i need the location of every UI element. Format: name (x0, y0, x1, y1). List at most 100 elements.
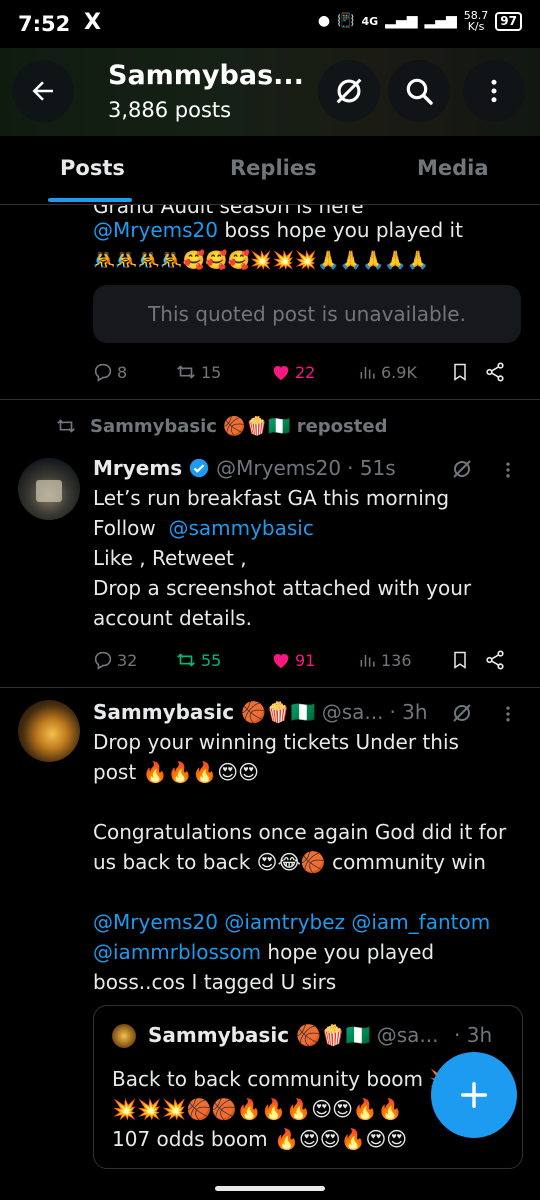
mention-link[interactable]: @iammrblossom (93, 940, 261, 964)
avatar-image-detail (36, 480, 62, 502)
status-time: 7:52 (18, 12, 71, 36)
post-1-text-rest: boss hope you played it (217, 218, 463, 242)
post-1-actions: 8 15 22 6.9K (92, 357, 512, 387)
quote-time: · 3h (454, 1023, 493, 1047)
post-3-last-line: boss..cos I tagged U sirs (93, 970, 337, 994)
post-2-line5: account details. (93, 606, 253, 630)
status-right: ● 📳 4G ▂▄▆ ▂▄▆ 58.7 K/s 97 (318, 10, 522, 32)
search-icon (406, 78, 433, 105)
repost-label[interactable]: Sammybasic 🏀🍿🇳🇬 reposted (90, 416, 387, 437)
tab-indicator (48, 198, 132, 202)
quote-line3: 107 odds boom 🔥😍😍🔥😍😍 (112, 1127, 408, 1151)
feed[interactable]: Grand Audit season is here @Mryems20 bos… (0, 205, 540, 1200)
post-time: · 3h (389, 700, 428, 724)
post-2-body: Let’s run breakfast GA this morning Foll… (93, 483, 523, 633)
view-count: 136 (381, 650, 412, 670)
reply-icon (94, 651, 112, 670)
post-2-line3: Like , Retweet , (93, 546, 247, 570)
views-button[interactable]: 6.9K (358, 362, 450, 382)
like-button[interactable]: 91 (270, 649, 358, 671)
avatar[interactable] (18, 700, 80, 762)
signal-icon: ▂▄▆ (385, 13, 418, 29)
views-button[interactable]: 136 (358, 650, 450, 670)
repost-button[interactable]: 55 (174, 649, 270, 671)
battery-icon: 97 (495, 11, 522, 31)
mentions-line-2-text: hope you played (261, 940, 435, 964)
repost-icon (177, 653, 195, 667)
post-3-line2: post 🔥🔥🔥😍😍 (93, 760, 259, 784)
divider (0, 399, 540, 400)
tab-media[interactable]: Media (417, 156, 489, 180)
reply-count: 32 (117, 650, 138, 670)
grok-icon[interactable] (450, 701, 474, 725)
grok-icon[interactable] (450, 457, 474, 481)
compose-plus-icon (460, 1081, 488, 1109)
post-count: 3,886 posts (108, 98, 232, 122)
post-2-line1: Let’s run breakfast GA this morning (93, 486, 450, 510)
author-handle[interactable]: @sa... (322, 697, 384, 727)
status-bar: 7:52 X ● 📳 4G ▂▄▆ ▂▄▆ 58.7 K/s 97 (0, 0, 540, 48)
divider (0, 687, 540, 688)
grok-icon (336, 78, 362, 104)
back-arrow-icon (32, 81, 53, 101)
quote-avatar (112, 1024, 136, 1048)
network-type: 4G (361, 14, 379, 28)
post-time: · 51s (347, 456, 396, 480)
back-button[interactable] (12, 60, 74, 122)
profile-title: Sammybas... (108, 60, 304, 91)
reply-button[interactable]: 8 (92, 361, 174, 383)
more-vertical-icon[interactable] (498, 459, 518, 481)
mentions-line-1[interactable]: @Mryems20 @iamtrybez @iam_fantom (93, 907, 523, 937)
avatar[interactable] (18, 458, 80, 520)
more-vertical-icon (491, 79, 497, 103)
bookmark-button[interactable] (450, 361, 484, 383)
like-count: 22 (295, 362, 316, 382)
mentions-line-2: @iammrblossom hope you played (93, 937, 523, 967)
speed-unit: K/s (467, 20, 485, 33)
reply-button[interactable]: 32 (92, 649, 174, 671)
home-indicator[interactable] (215, 1186, 325, 1191)
post-3-line3: Congratulations once again God did it fo… (93, 820, 507, 844)
reply-icon (94, 363, 112, 382)
bookmark-icon (454, 363, 466, 381)
search-button[interactable] (388, 60, 450, 122)
tab-replies[interactable]: Replies (230, 156, 317, 180)
dot-icon: ● (317, 13, 331, 29)
post-2-line2-prefix: Follow (93, 516, 169, 540)
author-name[interactable]: Mryems (93, 453, 182, 483)
quote-line2: 💥💥💥🏀🏀🔥🔥🔥😍😍🔥🔥 (112, 1097, 403, 1121)
quote-author-handle: @sa... (376, 1023, 439, 1047)
reply-count: 8 (117, 362, 128, 382)
view-count: 6.9K (381, 362, 417, 382)
mention-link[interactable]: @sammybasic (168, 516, 313, 540)
quote-line1: Back to back community boom 💥💥 (112, 1067, 480, 1091)
author-handle[interactable]: @Mryems20 (216, 453, 341, 483)
share-button[interactable] (484, 361, 506, 383)
views-icon (360, 655, 375, 667)
author-name[interactable]: Sammybasic 🏀🍿🇳🇬 (93, 697, 316, 727)
share-button[interactable] (484, 649, 506, 671)
heart-icon (273, 654, 289, 669)
post-3-body: Drop your winning tickets Under this pos… (93, 727, 523, 997)
repost-button[interactable]: 15 (174, 361, 270, 383)
repost-icon (177, 365, 195, 379)
tab-posts[interactable]: Posts (60, 156, 125, 180)
bookmark-button[interactable] (450, 649, 484, 671)
x-app-icon: X (84, 10, 101, 35)
more-button[interactable] (463, 60, 525, 122)
bookmark-icon (454, 651, 466, 669)
post-2-actions: 32 55 91 136 (92, 645, 512, 675)
grok-button[interactable] (318, 60, 380, 122)
repost-header: Sammybasic 🏀🍿🇳🇬 reposted (54, 415, 387, 437)
like-button[interactable]: 22 (270, 361, 358, 383)
views-icon (360, 367, 375, 379)
post-2-author-line: Mryems @Mryems20 · 51s (93, 453, 396, 483)
verified-icon (189, 458, 209, 478)
mention-link[interactable]: @Mryems20 (93, 218, 218, 242)
repost-icon (57, 419, 75, 433)
vibrate-icon: 📳 (337, 13, 355, 29)
more-vertical-icon[interactable] (498, 703, 518, 725)
compose-button[interactable] (431, 1052, 517, 1138)
repost-count: 15 (201, 362, 222, 382)
